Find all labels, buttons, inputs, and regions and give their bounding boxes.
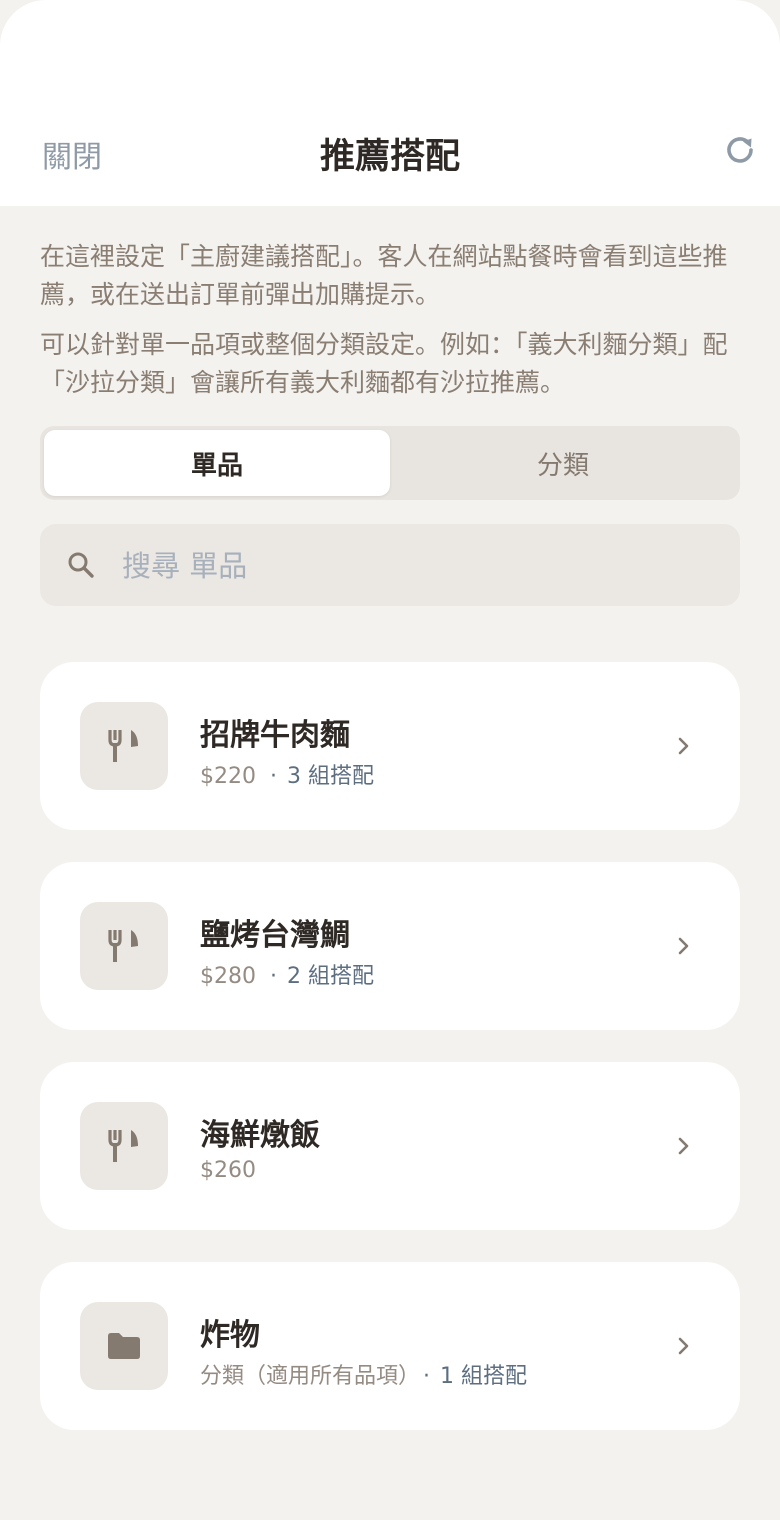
item-meta: $260 [200, 1158, 256, 1183]
item-name: 炸物 [200, 1318, 260, 1353]
item-name: 鹽烤台灣鯛 [200, 918, 350, 953]
list-item[interactable]: 炸物 分類（適用所有品項） · 1 組搭配 [40, 1262, 740, 1430]
recommendation-sheet: 關閉 推薦搭配 在這裡設定「主廚建議搭配」。客人在網站點餐時會看到這些推薦，或在… [0, 0, 780, 1520]
intro-text: 在這裡設定「主廚建議搭配」。客人在網站點餐時會看到這些推薦，或在送出訂單前彈出加… [40, 238, 740, 402]
search-icon [68, 552, 94, 578]
item-pair-count: 3 組搭配 [287, 764, 374, 789]
item-pair-count: 2 組搭配 [287, 964, 374, 989]
item-name: 海鮮燉飯 [200, 1118, 320, 1153]
item-thumbnail [80, 902, 168, 990]
chevron-right-icon [678, 1337, 689, 1355]
intro-paragraph-2: 可以針對單一品項或整個分類設定。例如：「義大利麵分類」配「沙拉分類」會讓所有義大… [40, 330, 728, 397]
search-bar [40, 524, 740, 606]
tab-single-item[interactable]: 單品 [44, 430, 390, 496]
chevron-right-icon [678, 937, 689, 955]
intro-paragraph-1: 在這裡設定「主廚建議搭配」。客人在網站點餐時會看到這些推薦，或在送出訂單前彈出加… [40, 242, 728, 309]
type-segmented-control: 單品 分類 [40, 426, 740, 500]
fork-knife-icon [108, 730, 138, 762]
item-price: $260 [200, 1158, 256, 1183]
list-item[interactable]: 海鮮燉飯 $260 [40, 1062, 740, 1230]
refresh-icon[interactable] [722, 132, 758, 168]
item-thumbnail [80, 1102, 168, 1190]
item-price: $280 [200, 964, 256, 989]
list-item[interactable]: 鹽烤台灣鯛 $280 · 2 組搭配 [40, 862, 740, 1030]
item-pair-count: 1 組搭配 [440, 1364, 528, 1389]
item-name: 招牌牛肉麵 [200, 718, 350, 753]
search-input[interactable] [120, 540, 704, 592]
folder-icon [108, 1333, 140, 1359]
sheet-header: 關閉 推薦搭配 [0, 0, 780, 206]
chevron-right-icon [678, 737, 689, 755]
item-meta: $280 · 2 組搭配 [200, 964, 374, 989]
item-meta: $220 · 3 組搭配 [200, 764, 374, 789]
item-meta: 分類（適用所有品項） · 1 組搭配 [200, 1364, 528, 1389]
fork-knife-icon [108, 930, 138, 962]
item-thumbnail [80, 702, 168, 790]
list-item[interactable]: 招牌牛肉麵 $220 · 3 組搭配 [40, 662, 740, 830]
tab-category[interactable]: 分類 [390, 430, 736, 496]
item-category-note: 分類（適用所有品項） [200, 1364, 410, 1389]
chevron-right-icon [678, 1137, 689, 1155]
page-title: 推薦搭配 [319, 137, 460, 177]
item-price: $220 [200, 764, 256, 789]
item-thumbnail [80, 1302, 168, 1390]
fork-knife-icon [108, 1130, 138, 1162]
